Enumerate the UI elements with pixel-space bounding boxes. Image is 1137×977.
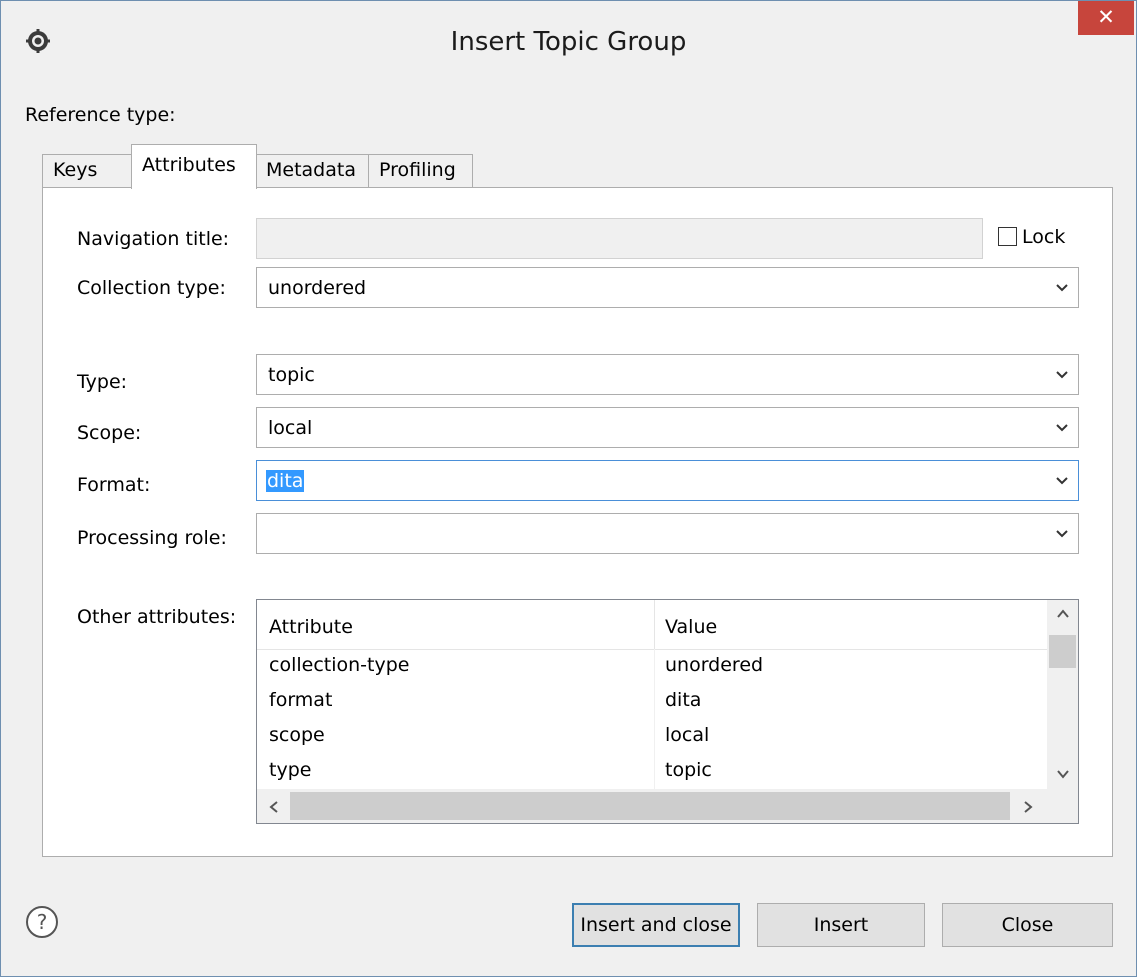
scope-label: Scope: [77,422,142,444]
svg-text:?: ? [37,910,48,934]
type-select[interactable]: topic [256,354,1079,395]
help-icon[interactable]: ? [25,905,59,939]
collection-type-select[interactable]: unordered [256,267,1079,308]
column-header-attribute[interactable]: Attribute [269,616,353,638]
attributes-table: Attribute Value collection-type unordere… [256,599,1079,824]
collection-type-label: Collection type: [77,277,226,299]
chevron-left-icon[interactable] [267,799,281,818]
horizontal-scrollbar[interactable] [257,789,1078,823]
type-value: topic [268,364,315,386]
insert-button[interactable]: Insert [757,903,925,947]
processing-role-label: Processing role: [77,527,227,549]
value-cell[interactable]: unordered [665,654,763,676]
column-header-value[interactable]: Value [665,616,717,638]
other-attributes-label: Other attributes: [77,606,237,628]
scope-value: local [268,417,313,439]
processing-role-select[interactable] [256,513,1079,554]
chevron-down-icon [1056,477,1068,485]
dialog-window: Insert Topic Group ✕ Reference type: Key… [0,0,1137,977]
tab-profiling[interactable]: Profiling [368,154,473,187]
scope-select[interactable]: local [256,407,1079,448]
format-select[interactable]: dita [256,460,1079,501]
title-bar: Insert Topic Group ✕ [1,1,1136,84]
tab-keys-label: Keys [53,159,98,181]
tab-attributes-label: Attributes [142,154,236,176]
tab-metadata[interactable]: Metadata [255,154,369,187]
chevron-right-icon[interactable] [1021,799,1035,818]
attribute-cell: format [269,689,333,711]
type-label: Type: [77,371,128,393]
horizontal-scroll-thumb[interactable] [290,792,1010,820]
chevron-down-icon [1056,371,1068,379]
tab-attributes[interactable]: Attributes [131,144,257,189]
attribute-cell: scope [269,724,325,746]
tab-profiling-label: Profiling [379,159,456,181]
close-window-button[interactable]: ✕ [1078,1,1134,35]
table-row[interactable]: collection-type unordered [257,649,1047,684]
lock-checkbox[interactable] [998,227,1017,246]
chevron-down-icon [1056,284,1068,292]
attribute-cell: collection-type [269,654,410,676]
tab-keys[interactable]: Keys [42,154,134,187]
vertical-scroll-thumb[interactable] [1049,635,1076,668]
lock-label: Lock [1022,226,1066,248]
tab-metadata-label: Metadata [266,159,356,181]
attribute-cell: type [269,759,312,781]
reference-type-label: Reference type: [25,104,176,126]
format-label: Format: [77,474,151,496]
table-row[interactable]: scope local [257,719,1047,754]
value-cell[interactable]: topic [665,759,712,781]
collection-type-value: unordered [268,277,367,299]
insert-and-close-button[interactable]: Insert and close [572,903,740,947]
value-cell[interactable]: local [665,724,709,746]
chevron-down-icon [1056,530,1068,538]
close-icon: ✕ [1097,5,1115,29]
navigation-title-label: Navigation title: [77,228,230,250]
column-divider [654,600,655,649]
value-cell[interactable]: dita [665,689,701,711]
close-button[interactable]: Close [942,903,1113,947]
format-value: dita [266,470,305,492]
table-row[interactable]: type topic [257,754,1047,789]
chevron-up-icon[interactable] [1056,606,1070,625]
chevron-down-icon[interactable] [1056,766,1070,785]
navigation-title-field[interactable] [256,218,983,259]
chevron-down-icon [1056,424,1068,432]
table-header: Attribute Value [257,600,1047,650]
window-title: Insert Topic Group [450,27,687,57]
vertical-scrollbar[interactable] [1047,600,1078,789]
table-row[interactable]: format dita [257,684,1047,719]
